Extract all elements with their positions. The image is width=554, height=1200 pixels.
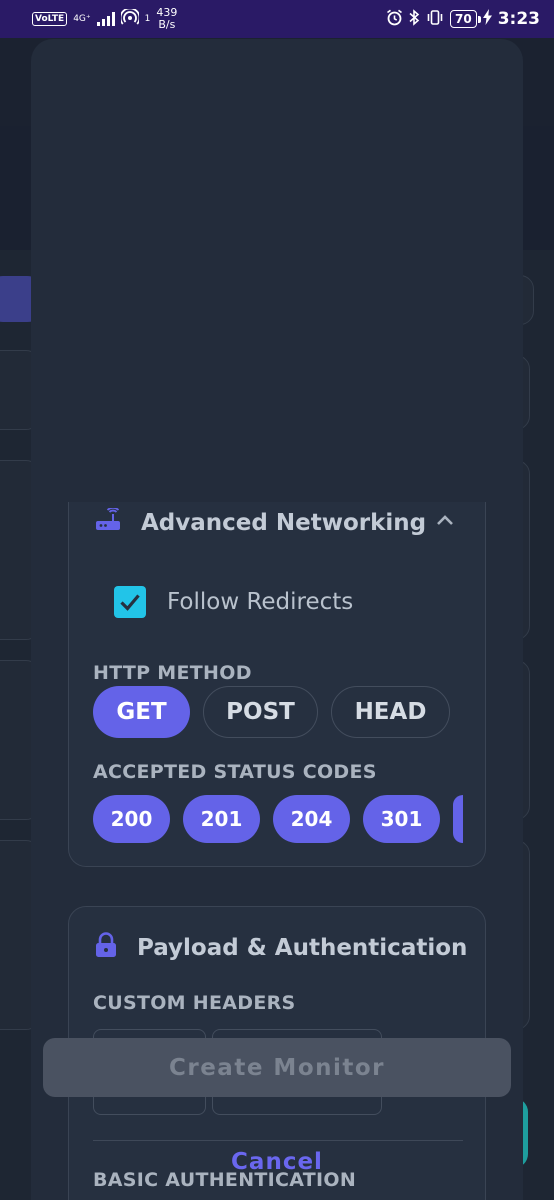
advanced-networking-panel: Advanced Networking Follow Redirects HTT… <box>68 502 486 867</box>
network-type: 4G⁺ <box>73 13 91 24</box>
battery-icon: 70 <box>450 10 481 28</box>
volte-badge: VoLTE <box>32 12 68 26</box>
charging-icon <box>482 9 492 29</box>
advanced-networking-header[interactable]: Advanced Networking <box>95 506 427 538</box>
status-code-chip[interactable]: 201 <box>183 795 260 843</box>
hotspot-count: 1 <box>144 14 151 24</box>
accepted-status-codes-label: ACCEPTED STATUS CODES <box>93 761 377 783</box>
clock: 3:23 <box>497 9 540 29</box>
status-code-chip[interactable]: 301 <box>363 795 440 843</box>
method-head-button[interactable]: HEAD <box>331 686 450 738</box>
cancel-button[interactable]: Cancel <box>200 1145 354 1179</box>
advanced-networking-title: Advanced Networking <box>141 510 427 536</box>
chevron-up-icon[interactable] <box>435 512 455 531</box>
create-monitor-modal: Advanced Networking Follow Redirects HTT… <box>31 39 523 1200</box>
signal-icon <box>96 12 115 26</box>
status-right: 70 3:23 <box>386 8 540 30</box>
network-speed: 439 B/s <box>156 7 177 31</box>
section-divider <box>93 1140 463 1141</box>
follow-redirects-checkbox[interactable] <box>114 586 146 618</box>
lock-icon <box>95 932 117 964</box>
payload-authentication-header[interactable]: Payload & Authentication <box>95 932 467 964</box>
custom-headers-label: CUSTOM HEADERS <box>93 992 296 1014</box>
speed-unit: B/s <box>158 18 176 31</box>
create-monitor-button[interactable]: Create Monitor <box>43 1038 511 1097</box>
status-code-chip-overflow[interactable] <box>453 795 463 843</box>
vibrate-icon <box>426 9 444 30</box>
bluetooth-icon <box>409 8 420 30</box>
router-icon <box>95 506 121 538</box>
status-left: VoLTE 4G⁺ 1 439 B/s <box>32 7 177 31</box>
http-method-label: HTTP METHOD <box>93 662 252 684</box>
alarm-icon <box>386 9 403 30</box>
follow-redirects-label: Follow Redirects <box>167 589 354 615</box>
method-post-button[interactable]: POST <box>203 686 318 738</box>
status-code-chip[interactable]: 204 <box>273 795 350 843</box>
check-icon <box>120 594 140 611</box>
method-get-button[interactable]: GET <box>93 686 190 738</box>
status-code-chip[interactable]: 200 <box>93 795 170 843</box>
status-bar: VoLTE 4G⁺ 1 439 B/s 70 3:23 <box>0 0 554 38</box>
hotspot-icon <box>119 7 141 29</box>
payload-authentication-title: Payload & Authentication <box>137 935 468 961</box>
